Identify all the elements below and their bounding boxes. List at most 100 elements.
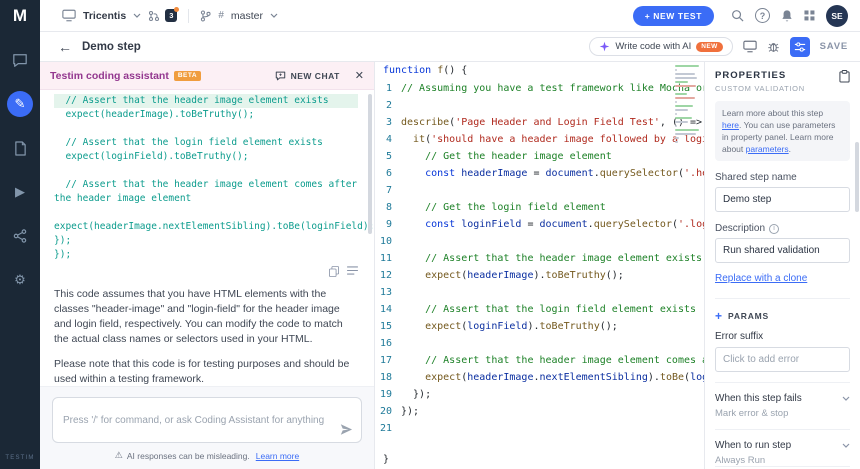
line-number: 7 (375, 182, 401, 199)
ai-button-label: Write code with AI (615, 41, 691, 52)
assistant-prompt-input[interactable] (53, 398, 361, 442)
new-chat-label: NEW CHAT (291, 71, 340, 81)
line-number: 12 (375, 267, 401, 284)
new-chat-button[interactable]: NEW CHAT (275, 71, 340, 81)
clipboard-icon[interactable] (839, 70, 850, 83)
chevron-down-icon[interactable] (270, 13, 278, 18)
line-number: 2 (375, 97, 401, 114)
code-line: 6 const headerImage = document.querySele… (375, 165, 704, 182)
here-link[interactable]: here (722, 120, 739, 130)
warning-icon: ⚠ (115, 450, 123, 461)
code-line: 2 (375, 97, 704, 114)
help-icon[interactable]: ? (755, 8, 770, 23)
back-arrow-icon[interactable]: ← (58, 39, 72, 55)
step-toolbar: ← Demo step Write code with AI NEW (40, 32, 860, 62)
run-step-value[interactable]: Always Run (715, 455, 850, 466)
replace-with-clone-link[interactable]: Replace with a clone (715, 273, 807, 284)
sidebar-item-chat[interactable] (7, 47, 33, 73)
sidebar-item-documents[interactable] (7, 135, 33, 161)
debug-bug-icon[interactable] (767, 40, 780, 53)
properties-scrollbar[interactable] (855, 142, 859, 212)
code-line: 11 // Assert that the header image eleme… (375, 250, 704, 267)
line-number: 9 (375, 216, 401, 233)
insert-code-icon[interactable] (347, 266, 358, 277)
code-line: 3describe('Page Header and Login Field T… (375, 114, 704, 131)
description-label: Description (715, 223, 765, 234)
shared-step-name-input[interactable] (715, 187, 850, 212)
screen-preview-icon[interactable] (743, 40, 757, 53)
line-number: 3 (375, 114, 401, 131)
params-section-toggle[interactable]: + PARAMS (715, 298, 850, 321)
code-line: 19 }); (375, 386, 704, 403)
monitor-icon (62, 9, 76, 22)
code-line: 13 (375, 284, 704, 301)
chat-scrollbar[interactable] (368, 94, 372, 234)
testim-wordmark: TESTIM (5, 455, 34, 469)
copy-code-icon[interactable] (329, 266, 339, 277)
code-line: 4 it('should have a header image followe… (375, 131, 704, 148)
editor-code-lines: 1// Assuming you have a test framework l… (375, 80, 704, 437)
new-test-button[interactable]: + NEW TEST (633, 6, 714, 26)
page-title: Demo step (82, 41, 141, 53)
notifications-bell-icon[interactable] (781, 9, 793, 23)
step-fails-toggle[interactable]: When this step fails (715, 393, 850, 404)
code-line: 18 expect(headerImage.nextElementSibling… (375, 369, 704, 386)
code-line: 21 (375, 420, 704, 437)
error-suffix-label: Error suffix (715, 331, 763, 342)
code-line: 16 (375, 335, 704, 352)
code-line: 1// Assuming you have a test framework l… (375, 80, 704, 97)
properties-panel-toggle-button[interactable] (790, 37, 810, 57)
user-avatar[interactable]: SE (826, 5, 848, 27)
pencil-icon: ✎ (15, 96, 26, 112)
project-selector[interactable]: Tricentis (83, 10, 126, 22)
line-number: 10 (375, 233, 401, 250)
disclaimer-text: AI responses can be misleading. (127, 451, 250, 461)
chat-code-line: // Assert that the header image element … (54, 94, 358, 108)
run-step-toggle[interactable]: When to run step (715, 440, 850, 451)
close-icon[interactable]: ✕ (355, 69, 364, 82)
parameters-link[interactable]: parameters (746, 144, 789, 154)
line-number: 6 (375, 165, 401, 182)
run-step-section: When to run step Always Run (715, 429, 850, 466)
send-icon[interactable] (339, 423, 353, 436)
properties-title: PROPERTIES (715, 70, 805, 81)
info-text: . (789, 144, 791, 154)
info-icon: i (769, 224, 779, 234)
sidebar-item-share[interactable] (7, 223, 33, 249)
pending-changes-badge[interactable]: 3 (165, 9, 177, 22)
search-icon[interactable] (731, 9, 744, 22)
line-number: 1 (375, 80, 401, 97)
new-chat-icon (275, 71, 286, 81)
code-line: 10 (375, 233, 704, 250)
code-editor[interactable]: function f() { 1// Assuming you have a t… (375, 62, 705, 469)
line-number: 14 (375, 301, 401, 318)
chat-code-line: }); (54, 234, 358, 248)
write-code-with-ai-button[interactable]: Write code with AI NEW (589, 37, 732, 56)
line-number: 4 (375, 131, 401, 148)
assistant-message-area[interactable]: // Assert that the header image element … (40, 90, 374, 386)
save-button[interactable]: SAVE (820, 41, 848, 52)
editor-minimap[interactable] (675, 65, 701, 143)
step-fails-value[interactable]: Mark error & stop (715, 408, 850, 419)
code-line: 14 // Assert that the login field elemen… (375, 301, 704, 318)
pull-request-icon[interactable] (148, 10, 160, 22)
description-input[interactable] (715, 238, 850, 263)
assistant-header: Testim coding assistant BETA NEW CHAT ✕ (40, 62, 374, 90)
apps-grid-icon[interactable] (804, 10, 815, 21)
shared-step-name-label: Shared step name (715, 172, 850, 183)
chat-code-line (54, 164, 358, 178)
code-line: 20}); (375, 403, 704, 420)
branch-selector[interactable]: master (231, 10, 263, 22)
learn-more-link[interactable]: Learn more (256, 451, 299, 461)
sidebar-item-editor[interactable]: ✎ (7, 91, 33, 117)
sidebar-item-runs[interactable]: ▶ (7, 179, 33, 205)
code-line: 12 expect(headerImage).toBeTruthy(); (375, 267, 704, 284)
chevron-down-icon[interactable] (133, 13, 141, 18)
error-suffix-input[interactable] (715, 347, 850, 372)
testim-logo[interactable]: M (0, 0, 40, 32)
chevron-down-icon (842, 396, 850, 401)
sparkle-icon (599, 41, 610, 52)
gear-icon: ⚙ (14, 272, 26, 288)
chat-code-line: expect(loginField).toBeTruthy(); (54, 150, 358, 164)
sidebar-item-settings[interactable]: ⚙ (7, 267, 33, 293)
